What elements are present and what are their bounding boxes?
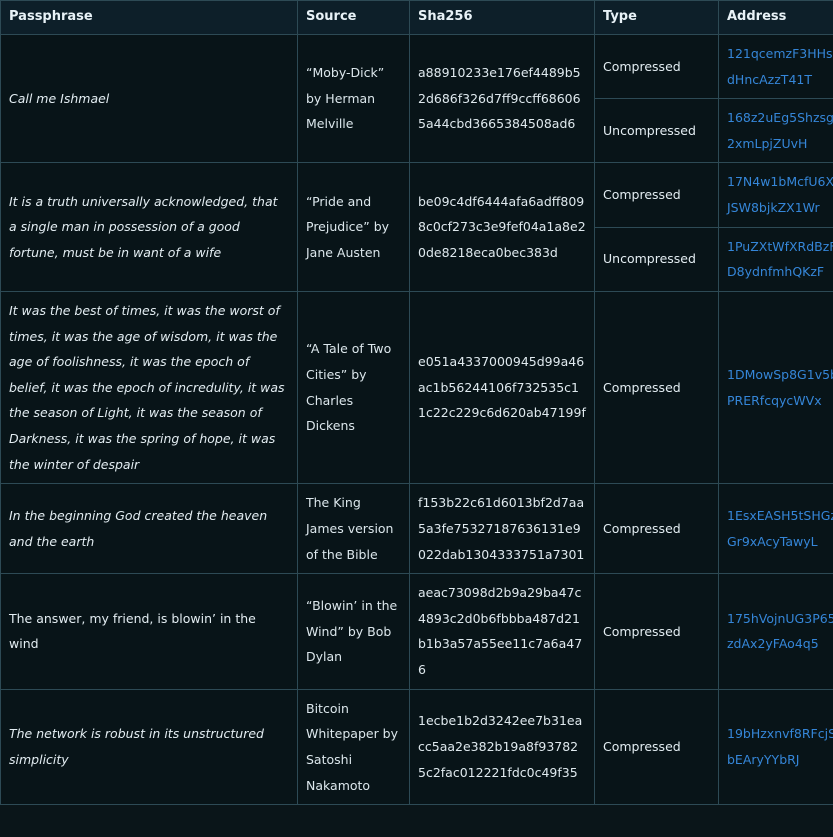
table-row: It was the best of times, it was the wor… [0, 290, 833, 485]
sha256-cell: f153b22c61d6013bf2d7aa5a3fe7532718763613… [409, 483, 595, 575]
column-header-type: Type [594, 0, 719, 35]
sha256-cell: 1ecbe1b2d3242ee7b31eacc5aa2e382b19a8f937… [409, 688, 595, 806]
passphrase-cell: It was the best of times, it was the wor… [0, 290, 298, 485]
source-cell: “A Tale of Two Cities” by Charles Dicken… [297, 290, 410, 485]
column-header-sha256: Sha256 [409, 0, 595, 35]
type-cell: Compressed [594, 573, 719, 690]
source-cell: Bitcoin Whitepaper by Satoshi Nakamoto [297, 688, 410, 806]
address-cell: 1PuZXtWfXRdBzFcQ9ARuL7D8ydnfmhQKzF [718, 226, 833, 292]
source-cell: “Pride and Prejudice” by Jane Austen [297, 162, 410, 292]
table-row: It is a truth universally acknowledged, … [0, 162, 833, 292]
type-cell: Uncompressed [594, 226, 719, 292]
passphrase-cell: Call me Ishmael [0, 33, 298, 164]
type-cell: Compressed [594, 688, 719, 806]
sha256-cell: be09c4df6444afa6adff8098c0cf273c3e9fef04… [409, 162, 595, 292]
type-cell: Uncompressed [594, 98, 719, 164]
passphrase-cell: The network is robust in its unstructure… [0, 688, 298, 806]
address-cell: 175hVojnUG3P652wxMogVvzdAx2yFAo4q5 [718, 573, 833, 690]
table-header-row: Passphrase Source Sha256 Type Address [0, 0, 833, 35]
passphrase-cell: In the beginning God created the heaven … [0, 483, 298, 575]
sha256-cell: e051a4337000945d99a46ac1b56244106f732535… [409, 290, 595, 485]
address-link[interactable]: 1EsxEASH5tSHGzmKohTFNBGr9xAcyTawyL [727, 503, 833, 554]
type-cell: Compressed [594, 483, 719, 575]
address-link[interactable]: 17N4w1bMcfU6XCYABVwhEyJSW8bjkZX1Wr [727, 169, 833, 220]
source-cell: The King James version of the Bible [297, 483, 410, 575]
table-row: The network is robust in its unstructure… [0, 688, 833, 806]
table-row: The answer, my friend, is blowin’ in the… [0, 573, 833, 690]
table-body: Call me Ishmael “Moby-Dick” by Herman Mel… [0, 33, 833, 806]
type-cell: Compressed [594, 33, 719, 100]
sha256-cell: aeac73098d2b9a29ba47c4893c2d0b6fbbba487d… [409, 573, 595, 690]
brainwallet-address-table: Passphrase Source Sha256 Type Address Ca… [0, 0, 833, 806]
column-header-address: Address [718, 0, 833, 35]
address-cell: 168z2uEg5Shzsgknq561oefN2xmLpjZUvH [718, 98, 833, 164]
type-cell: Compressed [594, 290, 719, 485]
address-link[interactable]: 1PuZXtWfXRdBzFcQ9ARuL7D8ydnfmhQKzF [727, 234, 833, 285]
address-link[interactable]: 175hVojnUG3P652wxMogVvzdAx2yFAo4q5 [727, 606, 833, 657]
table-header: Passphrase Source Sha256 Type Address [0, 0, 833, 35]
table-row: Call me Ishmael “Moby-Dick” by Herman Mel… [0, 33, 833, 164]
type-cell: Compressed [594, 162, 719, 228]
address-cell: 1DMowSp8G1v5bFyfV4RDFcPRERfcqycWVx [718, 290, 833, 485]
address-cell: 19bHzxnvf8RFcjSCZsx1TDREbEAryYYbRJ [718, 688, 833, 806]
address-cell: 17N4w1bMcfU6XCYABVwhEyJSW8bjkZX1Wr [718, 162, 833, 228]
address-link[interactable]: 1DMowSp8G1v5bFyfV4RDFcPRERfcqycWVx [727, 362, 833, 413]
address-link[interactable]: 168z2uEg5Shzsgknq561oefN2xmLpjZUvH [727, 105, 833, 156]
column-header-source: Source [297, 0, 410, 35]
address-link[interactable]: 19bHzxnvf8RFcjSCZsx1TDREbEAryYYbRJ [727, 721, 833, 772]
sha256-cell: a88910233e176ef4489b52d686f326d7ff9ccff6… [409, 33, 595, 164]
passphrase-cell: The answer, my friend, is blowin’ in the… [0, 573, 298, 690]
source-cell: “Blowin’ in the Wind” by Bob Dylan [297, 573, 410, 690]
address-cell: 121qcemzF3HHsvhggufEXNedHncAzzT41T [718, 33, 833, 100]
column-header-passphrase: Passphrase [0, 0, 298, 35]
passphrase-cell: It is a truth universally acknowledged, … [0, 162, 298, 292]
source-cell: “Moby-Dick” by Herman Melville [297, 33, 410, 164]
address-link[interactable]: 121qcemzF3HHsvhggufEXNedHncAzzT41T [727, 41, 833, 92]
table-row: In the beginning God created the heaven … [0, 483, 833, 575]
address-cell: 1EsxEASH5tSHGzmKohTFNBGr9xAcyTawyL [718, 483, 833, 575]
